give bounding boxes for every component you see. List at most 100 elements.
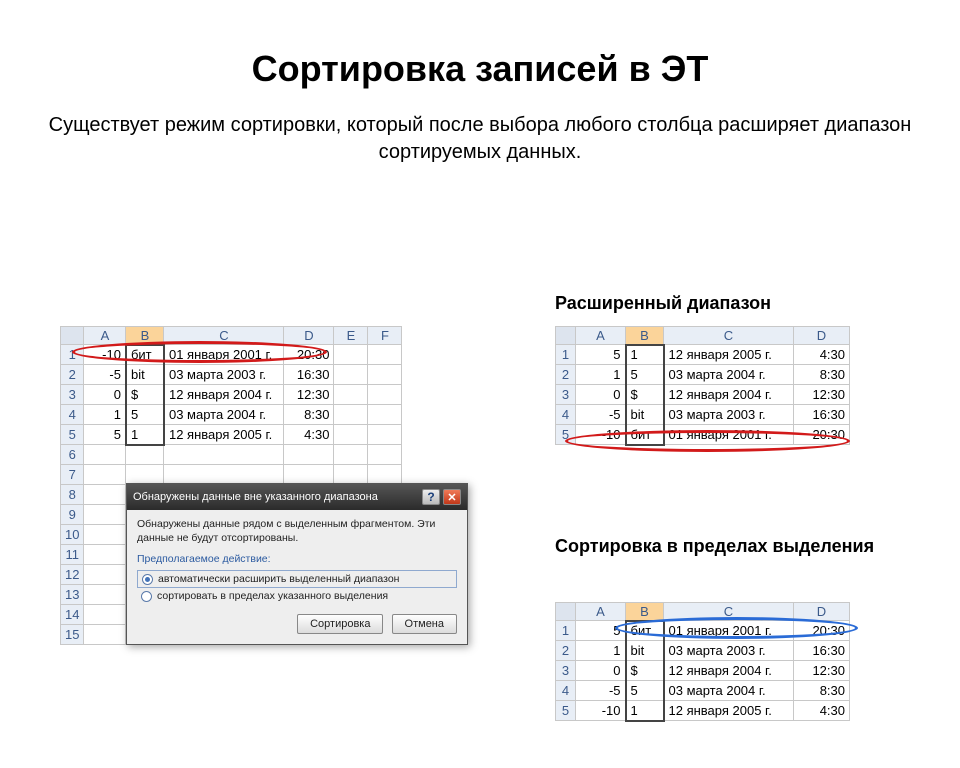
- cell[interactable]: [334, 385, 368, 405]
- cell[interactable]: 20:30: [794, 425, 850, 445]
- cell[interactable]: 5: [626, 365, 664, 385]
- cell[interactable]: 03 марта 2004 г.: [664, 365, 794, 385]
- cell[interactable]: 20:30: [794, 621, 850, 641]
- cell[interactable]: 03 марта 2004 г.: [164, 405, 284, 425]
- cell[interactable]: [334, 465, 368, 485]
- col-C[interactable]: C: [664, 327, 794, 345]
- cell[interactable]: [334, 345, 368, 365]
- col-B[interactable]: B: [626, 327, 664, 345]
- cell[interactable]: [84, 505, 126, 525]
- col-E[interactable]: E: [334, 327, 368, 345]
- cell[interactable]: 0: [576, 385, 626, 405]
- cell[interactable]: [368, 405, 402, 425]
- cell[interactable]: 4:30: [794, 345, 850, 365]
- cell[interactable]: бит: [626, 621, 664, 641]
- cell[interactable]: 03 марта 2003 г.: [664, 641, 794, 661]
- cell[interactable]: 03 марта 2003 г.: [664, 405, 794, 425]
- cell[interactable]: [334, 365, 368, 385]
- cell[interactable]: 5: [626, 681, 664, 701]
- cell[interactable]: $: [126, 385, 164, 405]
- close-button[interactable]: ✕: [443, 489, 461, 505]
- cell[interactable]: 12 января 2005 г.: [164, 425, 284, 445]
- col-F[interactable]: F: [368, 327, 402, 345]
- cell[interactable]: 8:30: [794, 681, 850, 701]
- cell[interactable]: 16:30: [284, 365, 334, 385]
- col-A[interactable]: A: [84, 327, 126, 345]
- cell[interactable]: [368, 465, 402, 485]
- cell[interactable]: -5: [576, 681, 626, 701]
- cell[interactable]: -10: [576, 425, 626, 445]
- col-B[interactable]: B: [126, 327, 164, 345]
- cell[interactable]: [126, 445, 164, 465]
- cell[interactable]: 12 января 2005 г.: [664, 701, 794, 721]
- col-B[interactable]: B: [626, 603, 664, 621]
- cell[interactable]: bit: [126, 365, 164, 385]
- help-button[interactable]: ?: [422, 489, 440, 505]
- row-header[interactable]: 6: [61, 445, 84, 465]
- cell[interactable]: [368, 445, 402, 465]
- row-header[interactable]: 8: [61, 485, 84, 505]
- cell[interactable]: [284, 465, 334, 485]
- cell[interactable]: 01 января 2001 г.: [664, 425, 794, 445]
- cell[interactable]: [84, 585, 126, 605]
- cell[interactable]: 0: [576, 661, 626, 681]
- cell[interactable]: [84, 605, 126, 625]
- cell[interactable]: бит: [126, 345, 164, 365]
- cell[interactable]: 1: [84, 405, 126, 425]
- sort-button[interactable]: Сортировка: [297, 614, 383, 634]
- cell[interactable]: 5: [126, 405, 164, 425]
- cell[interactable]: 1: [576, 641, 626, 661]
- cell[interactable]: [164, 465, 284, 485]
- cell[interactable]: 1: [576, 365, 626, 385]
- col-D[interactable]: D: [794, 603, 850, 621]
- radio-sort-within[interactable]: сортировать в пределах указанного выделе…: [137, 588, 457, 604]
- col-C[interactable]: C: [664, 603, 794, 621]
- row-header[interactable]: 12: [61, 565, 84, 585]
- row-header[interactable]: 10: [61, 525, 84, 545]
- row-header[interactable]: 4: [556, 405, 576, 425]
- col-A[interactable]: A: [576, 603, 626, 621]
- row-header[interactable]: 13: [61, 585, 84, 605]
- cell[interactable]: -10: [576, 701, 626, 721]
- cell[interactable]: 16:30: [794, 405, 850, 425]
- cell[interactable]: [84, 525, 126, 545]
- cell[interactable]: 20:30: [284, 345, 334, 365]
- col-D[interactable]: D: [284, 327, 334, 345]
- row-header[interactable]: 4: [61, 405, 84, 425]
- cell[interactable]: $: [626, 661, 664, 681]
- cell[interactable]: 12 января 2004 г.: [664, 661, 794, 681]
- cell[interactable]: $: [626, 385, 664, 405]
- cell[interactable]: [368, 425, 402, 445]
- cell[interactable]: [84, 445, 126, 465]
- corner-cell[interactable]: [61, 327, 84, 345]
- cell[interactable]: -10: [84, 345, 126, 365]
- cell[interactable]: [84, 485, 126, 505]
- cell[interactable]: бит: [626, 425, 664, 445]
- cell[interactable]: [334, 445, 368, 465]
- row-header[interactable]: 15: [61, 625, 84, 645]
- cell[interactable]: 12:30: [794, 661, 850, 681]
- cell[interactable]: [284, 445, 334, 465]
- cell[interactable]: [368, 385, 402, 405]
- cell[interactable]: 1: [626, 701, 664, 721]
- cell[interactable]: 12 января 2005 г.: [664, 345, 794, 365]
- row-header[interactable]: 2: [556, 641, 576, 661]
- cell[interactable]: 4:30: [284, 425, 334, 445]
- dialog-titlebar[interactable]: Обнаружены данные вне указанного диапазо…: [127, 484, 467, 510]
- cell[interactable]: [126, 465, 164, 485]
- cell[interactable]: bit: [626, 641, 664, 661]
- cell[interactable]: 12 января 2004 г.: [664, 385, 794, 405]
- cell[interactable]: 12:30: [284, 385, 334, 405]
- corner-cell[interactable]: [556, 603, 576, 621]
- cell[interactable]: 1: [126, 425, 164, 445]
- corner-cell[interactable]: [556, 327, 576, 345]
- cell[interactable]: -5: [576, 405, 626, 425]
- row-header[interactable]: 14: [61, 605, 84, 625]
- cell[interactable]: 8:30: [284, 405, 334, 425]
- row-header[interactable]: 5: [556, 425, 576, 445]
- cell[interactable]: [334, 425, 368, 445]
- cell[interactable]: 5: [576, 621, 626, 641]
- cell[interactable]: [84, 625, 126, 645]
- cell[interactable]: [368, 365, 402, 385]
- cell[interactable]: [334, 405, 368, 425]
